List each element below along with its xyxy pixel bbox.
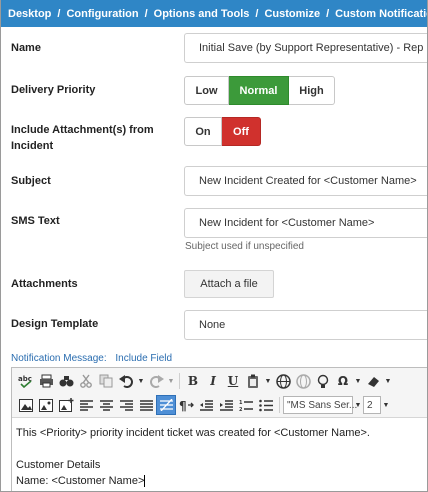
priority-normal-button[interactable]: Normal	[229, 76, 289, 105]
attachments-label: Attachments	[11, 278, 78, 290]
align-justify-icon[interactable]	[136, 395, 156, 415]
delivery-priority-label: Delivery Priority	[11, 84, 96, 96]
include-attachments-label-line1: Include Attachment(s) from	[11, 124, 154, 136]
eraser-dropdown-icon[interactable]: ▼	[383, 371, 393, 391]
attachments-on-button[interactable]: On	[184, 117, 222, 146]
align-center-icon[interactable]	[96, 395, 116, 415]
editor-line-3-wrapper: Name: <Customer Name>	[16, 473, 370, 489]
notification-editor-frame: Desktop / Configuration / Options and To…	[0, 0, 428, 492]
breadcrumb-desktop[interactable]: Desktop	[8, 8, 51, 20]
lightbulb-icon[interactable]	[313, 371, 333, 391]
redo-dropdown-icon[interactable]: ▼	[166, 371, 176, 391]
font-size-select[interactable]: 2	[363, 396, 381, 414]
find-icon[interactable]	[56, 371, 76, 391]
editor-line-blank	[16, 441, 370, 457]
paragraph-icon[interactable]: ¶	[176, 395, 196, 415]
undo-icon[interactable]	[116, 371, 136, 391]
image-upload-icon[interactable]	[56, 395, 76, 415]
attachments-off-button[interactable]: Off	[222, 117, 261, 146]
attach-file-button[interactable]: Attach a file	[184, 270, 274, 298]
indent-icon[interactable]	[216, 395, 236, 415]
include-attachments-label: Include Attachment(s) from Incident	[11, 122, 154, 154]
breadcrumb-customize[interactable]: Customize	[264, 8, 320, 20]
undo-dropdown-icon[interactable]: ▼	[136, 371, 146, 391]
unlink-icon[interactable]	[293, 371, 313, 391]
toolbar-row-1: abc ▼ ▼ B I U ▼ Ω ▼ ▼	[16, 370, 393, 392]
sms-text-field[interactable]: New Incident for <Customer Name>	[184, 208, 427, 238]
paste-icon[interactable]	[243, 371, 263, 391]
design-template-select[interactable]: None	[184, 310, 427, 340]
breadcrumb-options-and-tools[interactable]: Options and Tools	[154, 8, 250, 20]
underline-icon[interactable]: U	[223, 371, 243, 391]
special-char-dropdown-icon[interactable]: ▼	[353, 371, 363, 391]
spellcheck-icon[interactable]: abc	[16, 371, 36, 391]
editor-line-2: Customer Details	[16, 459, 101, 471]
notification-message-line: Notification Message: Include Field	[11, 353, 172, 364]
bulleted-list-icon[interactable]	[256, 395, 276, 415]
breadcrumb-separator: /	[255, 7, 259, 20]
priority-low-button[interactable]: Low	[184, 76, 229, 105]
breadcrumb-custom-notifications: Custom Notifications	[335, 7, 427, 20]
outdent-icon[interactable]	[196, 395, 216, 415]
table-icon[interactable]	[156, 395, 176, 415]
svg-text:1: 1	[239, 400, 243, 406]
eraser-icon[interactable]	[363, 371, 383, 391]
text-cursor	[144, 475, 146, 488]
paste-dropdown-icon[interactable]: ▼	[263, 371, 273, 391]
bold-icon[interactable]: B	[183, 371, 203, 391]
italic-icon[interactable]: I	[203, 371, 223, 391]
name-label: Name	[11, 42, 41, 54]
copy-icon[interactable]	[96, 371, 116, 391]
toolbar-row-2: ¶ 12 "MS Sans Ser... ▼ 2 ▼	[16, 394, 391, 416]
align-left-icon[interactable]	[76, 395, 96, 415]
toolbar-divider	[279, 397, 280, 413]
sms-text-hint: Subject used if unspecified	[185, 241, 304, 252]
priority-high-button[interactable]: High	[289, 76, 335, 105]
delivery-priority-group: Low Normal High	[184, 76, 335, 105]
breadcrumb-separator: /	[326, 7, 330, 20]
breadcrumb-separator: /	[144, 7, 148, 20]
design-template-label: Design Template	[11, 318, 99, 330]
special-char-icon[interactable]: Ω	[333, 371, 353, 391]
editor-content[interactable]: This <Priority> priority incident ticket…	[16, 425, 370, 489]
include-attachments-toggle: On Off	[184, 117, 261, 146]
breadcrumb: Desktop / Configuration / Options and To…	[1, 0, 427, 27]
font-name-select[interactable]: "MS Sans Ser...	[283, 396, 357, 414]
svg-text:¶: ¶	[179, 399, 187, 412]
insert-image-icon[interactable]	[16, 395, 36, 415]
align-right-icon[interactable]	[116, 395, 136, 415]
editor-line-3: Name: <Customer Name>	[16, 475, 145, 487]
notification-message-label: Notification Message:	[11, 353, 107, 364]
include-attachments-label-line2: Incident	[11, 140, 54, 152]
subject-field[interactable]: New Incident Created for <Customer Name>	[184, 166, 427, 196]
svg-text:2: 2	[239, 407, 243, 412]
breadcrumb-configuration[interactable]: Configuration	[66, 8, 138, 20]
redo-icon[interactable]	[146, 371, 166, 391]
image-gallery-icon[interactable]	[36, 395, 56, 415]
link-icon[interactable]	[273, 371, 293, 391]
breadcrumb-separator: /	[57, 7, 61, 20]
subject-label: Subject	[11, 175, 51, 187]
print-icon[interactable]	[36, 371, 56, 391]
numbered-list-icon[interactable]: 12	[236, 395, 256, 415]
font-size-dropdown-icon[interactable]: ▼	[381, 395, 391, 415]
sms-text-label: SMS Text	[11, 215, 60, 227]
editor-toolbar: abc ▼ ▼ B I U ▼ Ω ▼ ▼ ¶ 1 2 "MS Sans Ser…	[12, 368, 427, 418]
font-name-dropdown-icon[interactable]: ▼	[353, 395, 363, 415]
include-field-link[interactable]: Include Field	[115, 353, 172, 364]
rich-text-editor: abc ▼ ▼ B I U ▼ Ω ▼ ▼ ¶ 1 2 "MS Sans Ser…	[11, 367, 427, 491]
name-field[interactable]: Initial Save (by Support Representative)…	[184, 33, 427, 63]
editor-line-1: This <Priority> priority incident ticket…	[16, 427, 370, 439]
toolbar-divider	[179, 373, 180, 389]
cut-icon[interactable]	[76, 371, 96, 391]
